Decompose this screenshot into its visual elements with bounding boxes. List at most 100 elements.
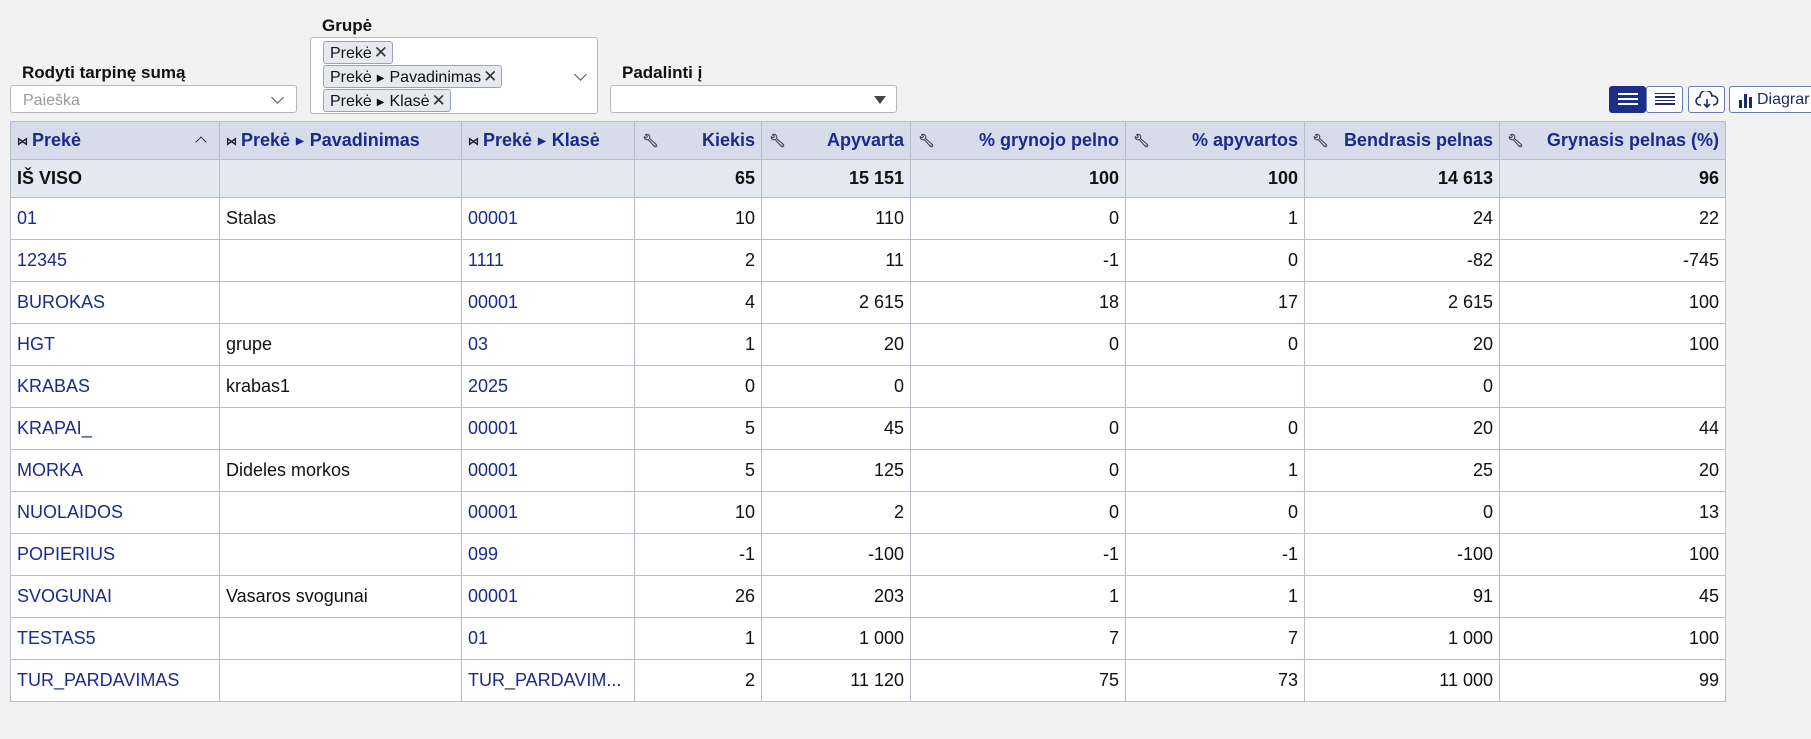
table-row[interactable]: KRAPAI_ 00001 5 45 0 0 20 44: [10, 407, 1726, 450]
cell-preke[interactable]: KRAPAI_: [10, 407, 220, 450]
cell-klase[interactable]: 1111: [461, 239, 635, 282]
cell-klase[interactable]: 00001: [461, 449, 635, 492]
cell-grynojo-pelno-pct: 0: [910, 197, 1126, 240]
cell-preke[interactable]: 01: [10, 197, 220, 240]
cell-preke[interactable]: TUR_PARDAVIMAS: [10, 659, 220, 702]
pin-icon[interactable]: ⋈: [226, 135, 237, 148]
cell-apyvarta: 2: [761, 491, 911, 534]
cell-preke[interactable]: KRABAS: [10, 365, 220, 408]
wrench-icon[interactable]: 🔧︎: [642, 133, 659, 149]
cell-preke[interactable]: POPIERIUS: [10, 533, 220, 576]
table-row[interactable]: 12345 1111 2 11 -1 0 -82 -745: [10, 239, 1726, 282]
subtotal-placeholder: Paieška: [23, 92, 80, 109]
group-tag-preke-klase[interactable]: Prekė ▶ Klasė ✕: [323, 89, 451, 112]
cell-preke[interactable]: HGT: [10, 323, 220, 366]
cell-apyvarta: 2 615: [761, 281, 911, 324]
cell-apyvartos-pct: [1125, 365, 1305, 408]
group-tag-preke[interactable]: Prekė ✕: [323, 41, 394, 64]
subtotal-select[interactable]: Paieška: [10, 85, 297, 113]
table-row[interactable]: POPIERIUS 099 -1 -100 -1 -1 -100 100: [10, 533, 1726, 576]
cell-preke[interactable]: MORKA: [10, 449, 220, 492]
wrench-icon[interactable]: 🔧︎: [1133, 133, 1150, 149]
cell-apyvartos-pct: 17: [1125, 281, 1305, 324]
column-header-label: Grynasis pelnas (%): [1546, 130, 1719, 150]
column-header-preke[interactable]: ⋈ Prekė: [10, 121, 220, 160]
group-tag-label: Prekė: [330, 69, 372, 86]
cell-kiekis: 2: [634, 659, 762, 702]
cell-klase[interactable]: TUR_PARDAVIM...: [461, 659, 635, 702]
cell-klase[interactable]: 00001: [461, 407, 635, 450]
table-row[interactable]: NUOLAIDOS 00001 10 2 0 0 0 13: [10, 491, 1726, 534]
wrench-icon[interactable]: 🔧︎: [918, 133, 935, 149]
cell-klase[interactable]: 00001: [461, 575, 635, 618]
cell-preke[interactable]: NUOLAIDOS: [10, 491, 220, 534]
cell-grynasis-pelnas: 13: [1499, 491, 1726, 534]
cell-klase[interactable]: 00001: [461, 491, 635, 534]
column-header-apyvarta[interactable]: 🔧︎ Apyvarta: [761, 121, 911, 160]
table-row[interactable]: KRABAS krabas1 2025 0 0 0: [10, 365, 1726, 408]
table-row[interactable]: SVOGUNAI Vasaros svogunai 00001 26 203 1 1 91 45: [10, 575, 1726, 618]
column-header-prefix: Prekė: [483, 130, 533, 150]
column-header-pavadinimas[interactable]: ⋈ Prekė ▶ Pavadinimas: [219, 121, 462, 160]
group-multiselect[interactable]: Prekė ✕ Prekė ▶ Pavadinimas ✕ Prekė ▶ Klasė ✕: [310, 37, 598, 114]
table-row[interactable]: MORKA Dideles morkos 00001 5 125 0 1 25 20: [10, 449, 1726, 492]
cell-kiekis: 2: [634, 239, 762, 282]
cell-bendrasis-pelnas: 20: [1304, 323, 1500, 366]
table-row[interactable]: 01 Stalas 00001 10 110 0 1 24 22: [10, 197, 1726, 240]
column-header-label: Klasė: [551, 130, 600, 150]
column-header-apyvartos-pct[interactable]: 🔧︎ % apyvartos: [1125, 121, 1305, 160]
remove-tag-icon[interactable]: ✕: [483, 67, 497, 86]
table-cell: [219, 159, 462, 198]
wrench-icon[interactable]: 🔧︎: [1507, 133, 1524, 149]
column-header-klase[interactable]: ⋈ Prekė ▶ Klasė: [461, 121, 635, 160]
cell-grynojo-pelno-pct: 0: [910, 407, 1126, 450]
wrench-icon[interactable]: 🔧︎: [1312, 133, 1329, 149]
cell-preke[interactable]: BUROKAS: [10, 281, 220, 324]
cell-bendrasis-pelnas: -100: [1304, 533, 1500, 576]
cell-kiekis: 26: [634, 575, 762, 618]
detailed-list-icon: [1654, 92, 1675, 107]
column-header-grynasis-pelnas[interactable]: 🔧︎ Grynasis pelnas (%): [1499, 121, 1726, 160]
total-kiekis: 65: [634, 159, 762, 198]
cell-preke[interactable]: 12345: [10, 239, 220, 282]
cell-klase[interactable]: 03: [461, 323, 635, 366]
cell-pavadinimas: Dideles morkos: [219, 449, 462, 492]
column-header-bendrasis-pelnas[interactable]: 🔧︎ Bendrasis pelnas: [1304, 121, 1500, 160]
table-row[interactable]: TUR_PARDAVIMAS TUR_PARDAVIM... 2 11 120 75 73…: [10, 659, 1726, 702]
cell-pavadinimas: Vasaros svogunai: [219, 575, 462, 618]
table-row[interactable]: HGT grupe 03 1 20 0 0 20 100: [10, 323, 1726, 366]
remove-tag-icon[interactable]: ✕: [374, 43, 388, 62]
cell-preke[interactable]: SVOGUNAI: [10, 575, 220, 618]
group-tag-preke-pavadinimas[interactable]: Prekė ▶ Pavadinimas ✕: [323, 65, 503, 88]
cloud-download-button[interactable]: [1688, 86, 1725, 113]
cell-pavadinimas: [219, 407, 462, 450]
cell-bendrasis-pelnas: 2 615: [1304, 281, 1500, 324]
diagram-button[interactable]: Diagrar: [1729, 86, 1811, 113]
pin-icon[interactable]: ⋈: [468, 135, 479, 148]
cell-klase[interactable]: 00001: [461, 197, 635, 240]
detailed-list-view-button[interactable]: [1646, 86, 1683, 113]
split-select[interactable]: [610, 85, 897, 113]
cell-apyvarta: 11 120: [761, 659, 911, 702]
wrench-icon[interactable]: 🔧︎: [769, 133, 786, 149]
table-row[interactable]: TESTAS5 01 1 1 000 7 7 1 000 100: [10, 617, 1726, 660]
cell-klase[interactable]: 099: [461, 533, 635, 576]
report-table: ⋈ Prekė ⋈ Prekė ▶ Pavadinimas ⋈ Prekė ▶ Klasė 🔧…: [10, 121, 1726, 702]
sort-ascending-icon[interactable]: [195, 136, 207, 148]
cell-pavadinimas: [219, 239, 462, 282]
table-row[interactable]: BUROKAS 00001 4 2 615 18 17 2 615 100: [10, 281, 1726, 324]
pin-icon[interactable]: ⋈: [17, 135, 28, 148]
cell-klase[interactable]: 01: [461, 617, 635, 660]
cell-klase[interactable]: 2025: [461, 365, 635, 408]
cell-kiekis: 4: [634, 281, 762, 324]
remove-tag-icon[interactable]: ✕: [432, 91, 446, 110]
cell-kiekis: 1: [634, 617, 762, 660]
list-view-button[interactable]: [1609, 86, 1646, 113]
subtotal-label: Rodyti tarpinę sumą: [22, 63, 186, 82]
cell-klase[interactable]: 00001: [461, 281, 635, 324]
cell-apyvartos-pct: 0: [1125, 323, 1305, 366]
column-header-kiekis[interactable]: 🔧︎ Kiekis: [634, 121, 762, 160]
cell-preke[interactable]: TESTAS5: [10, 617, 220, 660]
column-header-grynojo-pelno-pct[interactable]: 🔧︎ % grynojo pelno: [910, 121, 1126, 160]
cell-pavadinimas: grupe: [219, 323, 462, 366]
